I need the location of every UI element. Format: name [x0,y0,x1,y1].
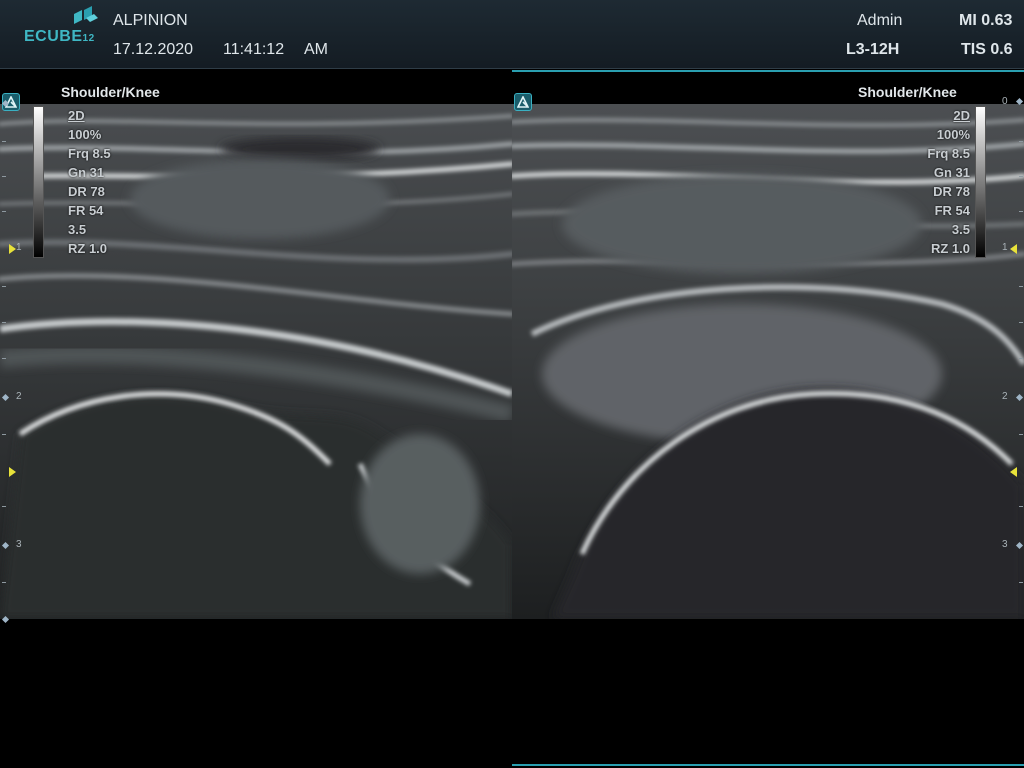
left-param-resolution-zoom: RZ 1.0 [68,241,108,256]
exam-time: 11:41:12 [223,41,285,58]
right-param-resolution-zoom: RZ 1.0 [930,241,970,256]
left-depth-scale: 1 2 3 [0,96,24,626]
right-param-frequency: Frq 8.5 [927,146,970,161]
ecube-logo: ECUBE12 [24,6,104,46]
probe-name: L3-12H [846,41,900,58]
right-depth-label-1: 1 [1002,242,1008,253]
left-focus-marker-1[interactable] [9,244,16,254]
left-depth-label-1: 1 [16,242,22,253]
left-imaging-params: 2D 100% Frq 8.5 Gn 31 DR 78 FR 54 3.5 RZ… [68,106,111,258]
user-name[interactable]: Admin [857,12,902,30]
logo-mark-icon [74,6,98,24]
left-param-depth: 3.5 [68,222,87,237]
exam-ampm: AM [304,41,328,58]
active-pane-bottom-line [512,764,1024,766]
depth-marker [1,99,10,108]
right-focus-marker-2[interactable] [1010,467,1017,477]
right-param-depth: 3.5 [951,222,970,237]
left-param-mode: 2D [68,108,85,123]
left-param-frame-rate: FR 54 [68,203,104,218]
left-grayscale-bar [33,106,44,258]
right-param-dynamic-range: DR 78 [933,184,970,199]
mi-index: MI 0.63 [959,12,1013,29]
right-param-gain: Gn 31 [933,165,970,180]
brand-name: ALPINION [113,12,188,29]
right-param-frame-rate: FR 54 [934,203,970,218]
logo-suffix: 12 [82,33,95,44]
right-imaging-params: 2D 100% Frq 8.5 Gn 31 DR 78 FR 54 3.5 RZ… [910,106,970,258]
exam-date: 17.12.2020 [113,41,194,58]
logo-text: ECUBE [24,28,83,45]
right-depth-label-3: 3 [1002,539,1008,550]
right-focus-marker-1[interactable] [1010,244,1017,254]
right-depth-label-0: 0 [1002,96,1008,107]
right-depth-scale: 0 1 2 3 [1000,96,1024,626]
left-preset-title: Shoulder/Knee [61,84,160,100]
left-param-gain: Gn 31 [68,165,105,180]
left-depth-label-2: 2 [16,391,22,402]
right-depth-label-2: 2 [1002,391,1008,402]
left-param-dynamic-range: DR 78 [68,184,105,199]
left-focus-marker-2[interactable] [9,467,16,477]
left-param-frequency: Frq 8.5 [68,146,111,161]
right-param-power: 100% [936,127,970,142]
tis-index: TIS 0.6 [961,41,1013,58]
active-pane-top-line [512,70,1024,72]
right-param-mode: 2D [953,108,970,123]
top-status-bar: ECUBE12 ALPINION 17.12.2020 11:41:12 AM … [0,0,1024,69]
left-param-power: 100% [68,127,102,142]
right-grayscale-bar [975,106,986,258]
right-probe-orientation-icon[interactable] [514,93,532,111]
left-depth-label-3: 3 [16,539,22,550]
right-preset-title: Shoulder/Knee [858,84,957,100]
